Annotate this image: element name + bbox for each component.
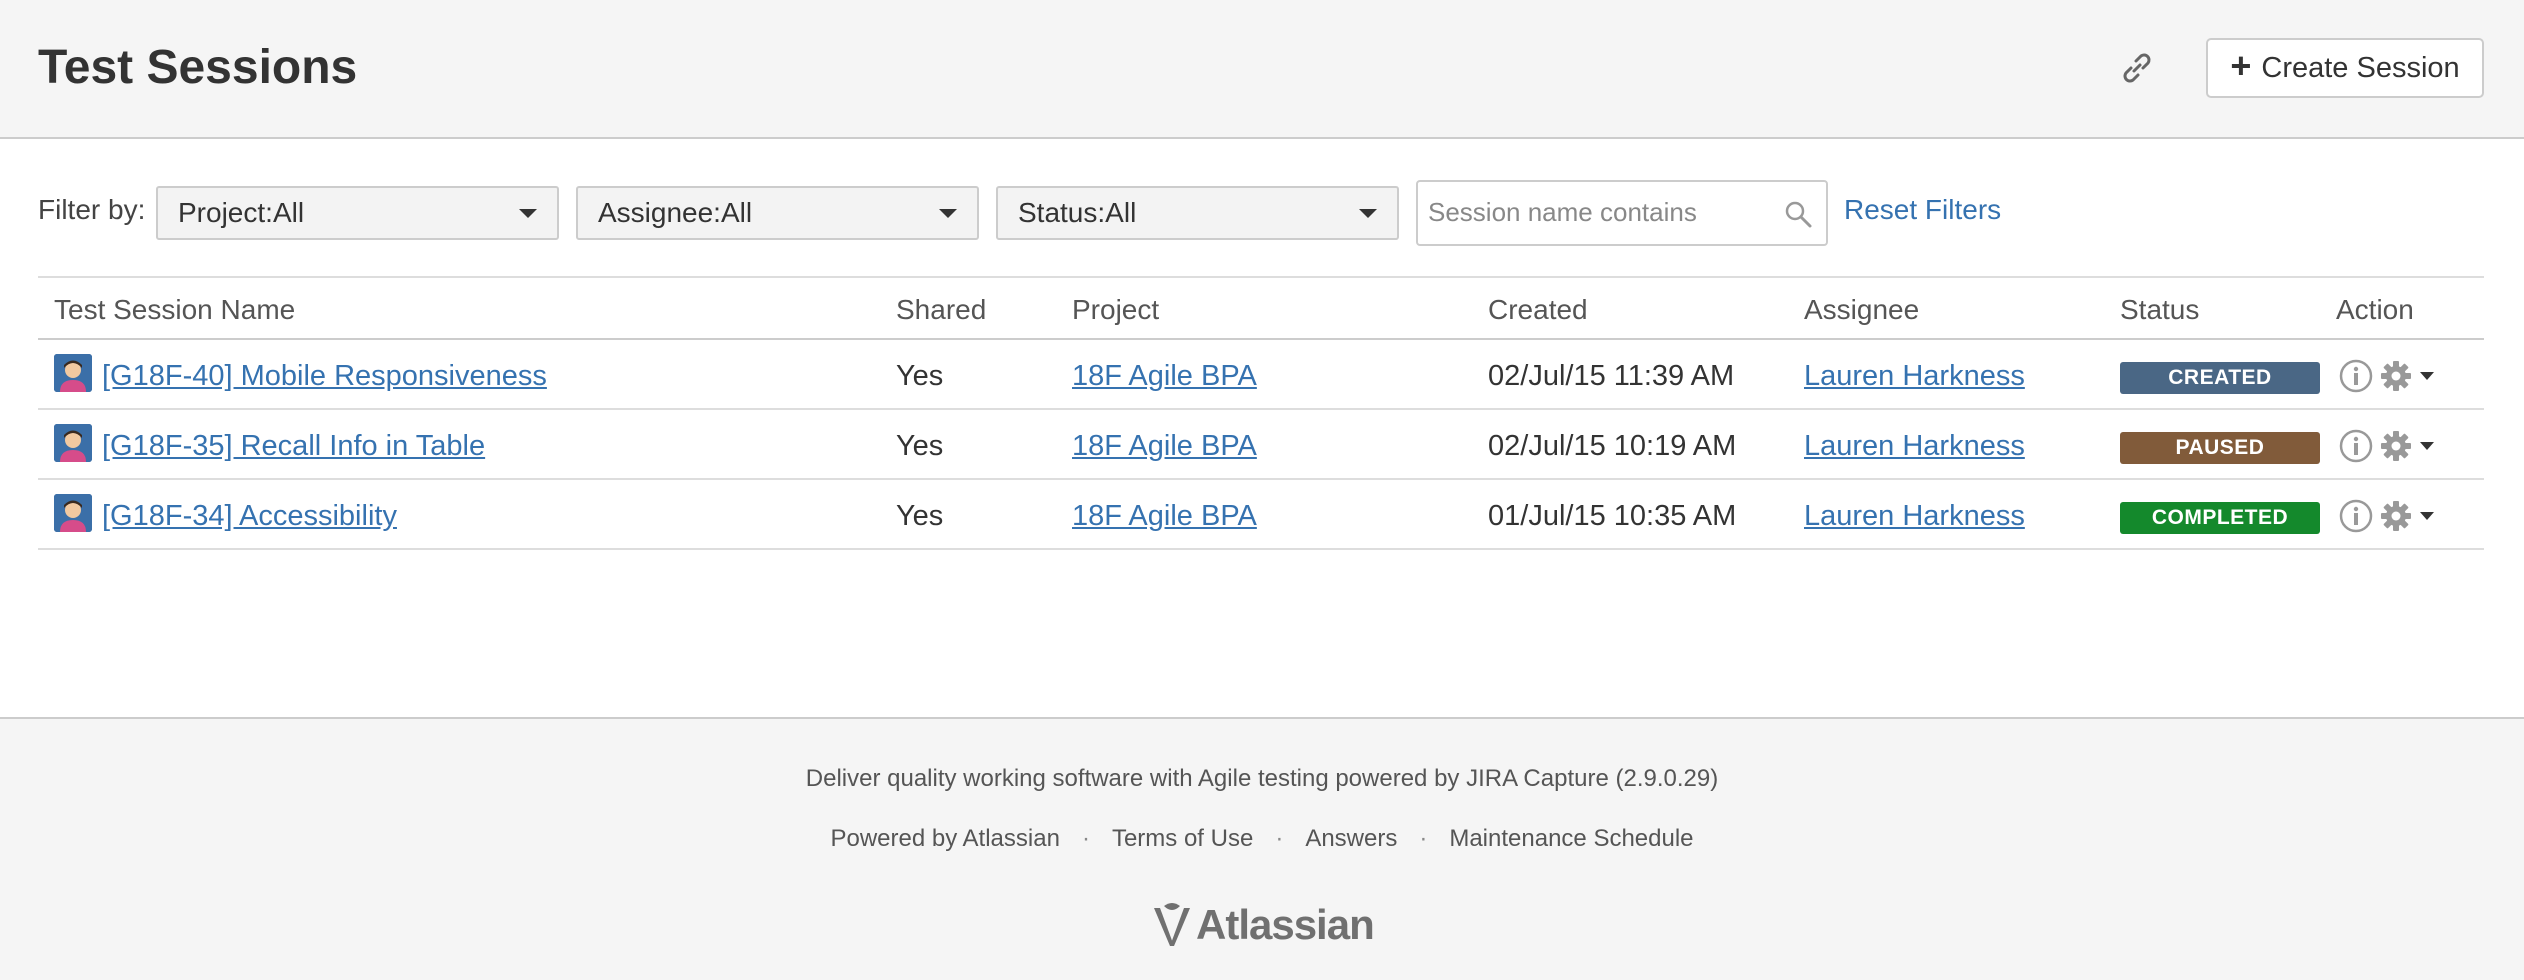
project-filter-key: Project:: [178, 197, 273, 228]
status-filter-value: All: [1105, 197, 1137, 228]
atlassian-logo-text: Atlassian: [1196, 901, 1375, 948]
column-header-name[interactable]: Test Session Name: [54, 294, 295, 326]
info-icon[interactable]: [2338, 358, 2374, 394]
filter-label: Filter by:: [38, 194, 146, 225]
shared-value: Yes: [896, 360, 944, 392]
info-icon[interactable]: [2338, 498, 2374, 534]
chevron-down-icon: [1359, 209, 1377, 218]
status-badge: CREATED: [2120, 362, 2320, 394]
chevron-down-icon[interactable]: [2418, 367, 2436, 385]
plus-icon: +: [2230, 45, 2252, 86]
footer-link-terms[interactable]: Terms of Use: [1112, 825, 1253, 853]
column-header-project[interactable]: Project: [1072, 294, 1159, 326]
created-value: 01/Jul/15 10:35 AM: [1488, 500, 1737, 532]
assignee-filter-value: All: [720, 197, 753, 228]
project-link[interactable]: 18F Agile BPA: [1072, 430, 1257, 463]
chevron-down-icon: [939, 209, 957, 218]
footer-link-maintenance[interactable]: Maintenance Schedule: [1449, 825, 1693, 853]
page-header: Test Sessions + Create Session: [0, 0, 2524, 139]
project-filter-value: All: [272, 197, 305, 228]
footer-separator: ·: [1419, 825, 1428, 852]
avatar: [54, 424, 92, 462]
atlassian-logo-icon: [1154, 903, 1190, 946]
chevron-down-icon[interactable]: [2418, 507, 2436, 525]
search-icon[interactable]: [1782, 198, 1814, 230]
avatar: [54, 354, 92, 392]
table-header: Test Session Name Shared Project Created…: [38, 276, 2484, 340]
created-value: 02/Jul/15 10:19 AM: [1488, 430, 1737, 462]
session-name-link[interactable]: [G18F-40] Mobile Responsiveness: [102, 360, 547, 393]
gear-icon[interactable]: [2378, 428, 2414, 464]
assignee-filter-select[interactable]: Assignee: All: [576, 186, 979, 240]
project-link[interactable]: 18F Agile BPA: [1072, 500, 1257, 533]
footer-link-atlassian[interactable]: Powered by Atlassian: [830, 825, 1059, 853]
gear-icon[interactable]: [2378, 498, 2414, 534]
sessions-table: Test Session Name Shared Project Created…: [38, 276, 2484, 550]
shared-value: Yes: [896, 500, 944, 532]
footer-link-answers[interactable]: Answers: [1305, 825, 1397, 853]
shared-value: Yes: [896, 430, 944, 462]
column-header-assignee[interactable]: Assignee: [1804, 294, 1919, 326]
created-value: 02/Jul/15 11:39 AM: [1488, 360, 1735, 392]
session-search-input[interactable]: [1428, 182, 1768, 242]
reset-filters-link[interactable]: Reset Filters: [1844, 194, 2001, 226]
status-filter-select[interactable]: Status: All: [996, 186, 1399, 240]
footer-links: Powered by Atlassian · Terms of Use · An…: [0, 825, 2524, 853]
project-filter-select[interactable]: Project: All: [156, 186, 559, 240]
create-session-label: Create Session: [2261, 51, 2460, 84]
info-icon[interactable]: [2338, 428, 2374, 464]
table-row: [G18F-35] Recall Info in Table Yes 18F A…: [38, 410, 2484, 480]
create-session-button[interactable]: + Create Session: [2206, 38, 2484, 98]
link-icon[interactable]: [2117, 48, 2157, 88]
project-link[interactable]: 18F Agile BPA: [1072, 360, 1257, 393]
chevron-down-icon: [519, 209, 537, 218]
row-actions: [2338, 498, 2436, 534]
table-row: [G18F-34] Accessibility Yes 18F Agile BP…: [38, 480, 2484, 550]
status-badge: COMPLETED: [2120, 502, 2320, 534]
footer-separator: ·: [1275, 825, 1284, 852]
table-row: [G18F-40] Mobile Responsiveness Yes 18F …: [38, 340, 2484, 410]
avatar: [54, 494, 92, 532]
session-search: [1416, 180, 1828, 246]
atlassian-logo[interactable]: Atlassian: [1150, 901, 1375, 949]
page-footer: Deliver quality working software with Ag…: [0, 717, 2524, 980]
assignee-filter-key: Assignee:: [598, 197, 721, 228]
assignee-link[interactable]: Lauren Harkness: [1804, 500, 2025, 533]
status-filter-key: Status:: [1018, 197, 1106, 228]
status-badge: PAUSED: [2120, 432, 2320, 464]
session-name-link[interactable]: [G18F-34] Accessibility: [102, 500, 397, 533]
footer-tagline: Deliver quality working software with Ag…: [805, 765, 1719, 792]
gear-icon[interactable]: [2378, 358, 2414, 394]
column-header-created[interactable]: Created: [1488, 294, 1588, 326]
assignee-link[interactable]: Lauren Harkness: [1804, 430, 2025, 463]
row-actions: [2338, 428, 2436, 464]
page-title: Test Sessions: [38, 41, 358, 94]
chevron-down-icon[interactable]: [2418, 437, 2436, 455]
row-actions: [2338, 358, 2436, 394]
column-header-status[interactable]: Status: [2120, 294, 2199, 326]
assignee-link[interactable]: Lauren Harkness: [1804, 360, 2025, 393]
footer-separator: ·: [1081, 825, 1090, 852]
session-name-link[interactable]: [G18F-35] Recall Info in Table: [102, 430, 485, 463]
column-header-action: Action: [2336, 294, 2414, 325]
column-header-shared[interactable]: Shared: [896, 294, 986, 326]
